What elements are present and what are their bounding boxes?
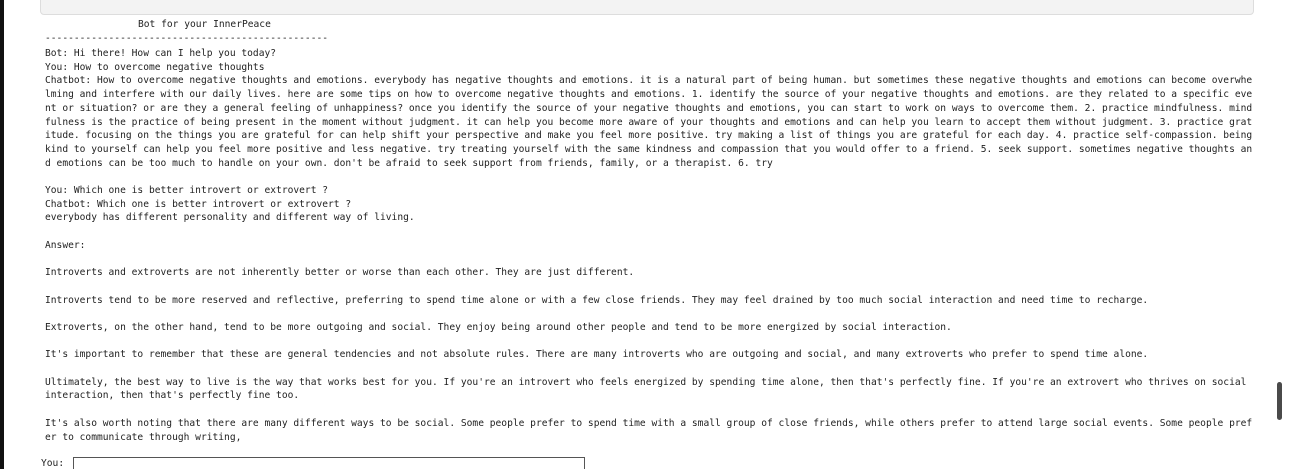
transcript-line: You: How to overcome negative thoughts	[45, 61, 265, 73]
transcript-line: Chatbot: Which one is better introvert o…	[45, 198, 352, 210]
transcript-line: Answer:	[45, 239, 86, 251]
scrollbar-thumb[interactable]	[1277, 382, 1282, 420]
message-input[interactable]	[73, 457, 585, 469]
transcript-line: everybody has different personality and …	[45, 212, 415, 224]
transcript-line: Introverts and extroverts are not inhere…	[45, 267, 635, 279]
window-left-edge	[0, 0, 4, 469]
transcript-line: You: Which one is better introvert or ex…	[45, 185, 329, 197]
title-divider: ----------------------------------------…	[45, 33, 329, 44]
transcript-line: Ultimately, the best way to live is the …	[45, 376, 1247, 402]
transcript-line: Introverts tend to be more reserved and …	[45, 294, 1149, 306]
page-title: Bot for your InnerPeace	[138, 19, 271, 30]
header-panel	[40, 0, 1254, 15]
transcript-line: It's important to remember that these ar…	[45, 349, 1149, 361]
transcript-line: Chatbot: How to overcome negative though…	[45, 75, 1253, 169]
input-label: You:	[41, 458, 65, 469]
transcript-line: It's also worth noting that there are ma…	[45, 417, 1253, 443]
chat-transcript: Bot: Hi there! How can I help you today?…	[45, 47, 1253, 444]
transcript-line: Extroverts, on the other hand, tend to b…	[45, 321, 952, 333]
transcript-line: Bot: Hi there! How can I help you today?	[45, 48, 277, 59]
